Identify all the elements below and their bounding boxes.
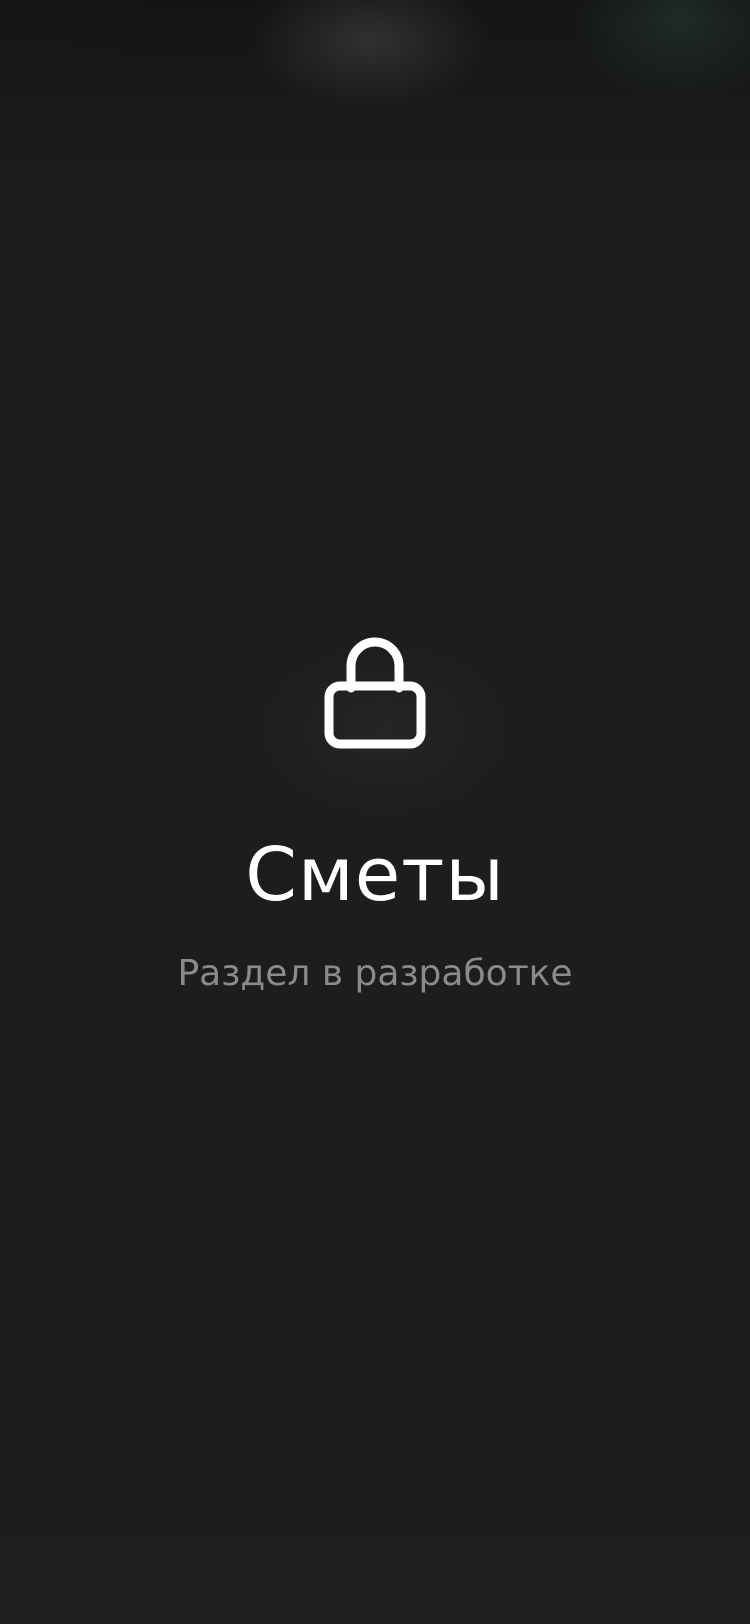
blurred-header-background — [0, 0, 750, 200]
page-title: Сметы — [245, 832, 505, 918]
locked-section-screen: Сметы Раздел в разработке — [0, 0, 750, 1624]
lock-icon — [324, 637, 426, 749]
status-subtitle: Раздел в разработке — [177, 953, 573, 994]
locked-content: Сметы Раздел в разработке — [0, 630, 750, 996]
bottom-shade — [0, 1514, 750, 1624]
